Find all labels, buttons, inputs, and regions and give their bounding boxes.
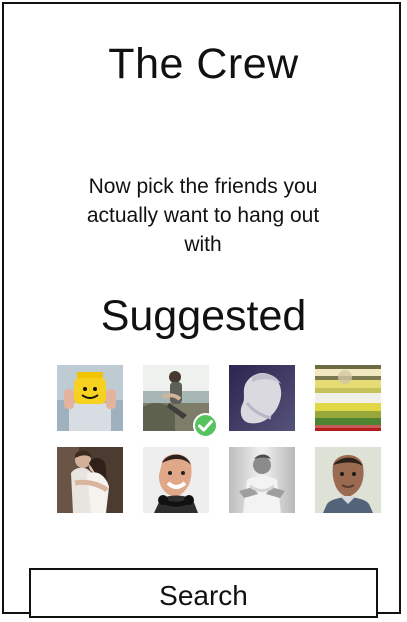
man-pointing-avatar-icon	[229, 447, 295, 513]
man-portrait-avatar-icon	[315, 447, 381, 513]
page-title: The Crew	[108, 40, 299, 88]
lego-mask-avatar-icon	[57, 365, 123, 431]
friend-avatar-6[interactable]	[143, 447, 209, 513]
friend-avatar-1[interactable]	[57, 365, 123, 431]
suggested-heading: Suggested	[100, 292, 307, 340]
intro-text: Now pick the friends you actually want t…	[86, 175, 320, 256]
friend-avatar-5[interactable]	[57, 447, 123, 513]
person-profile-avatar-icon	[229, 365, 295, 431]
friend-avatar-8[interactable]	[315, 447, 381, 513]
friend-grid	[57, 365, 387, 515]
friend-avatar-7[interactable]	[229, 447, 295, 513]
smiling-man-headphones-avatar-icon	[143, 447, 209, 513]
couple-hug-avatar-icon	[57, 447, 123, 513]
friend-avatar-3[interactable]	[229, 365, 295, 431]
friend-avatar-2[interactable]	[143, 365, 218, 438]
friend-avatar-4[interactable]	[315, 365, 381, 431]
selected-check-icon	[193, 413, 218, 438]
striped-glitch-avatar-icon	[315, 365, 381, 431]
search-button[interactable]: Search	[29, 568, 378, 618]
